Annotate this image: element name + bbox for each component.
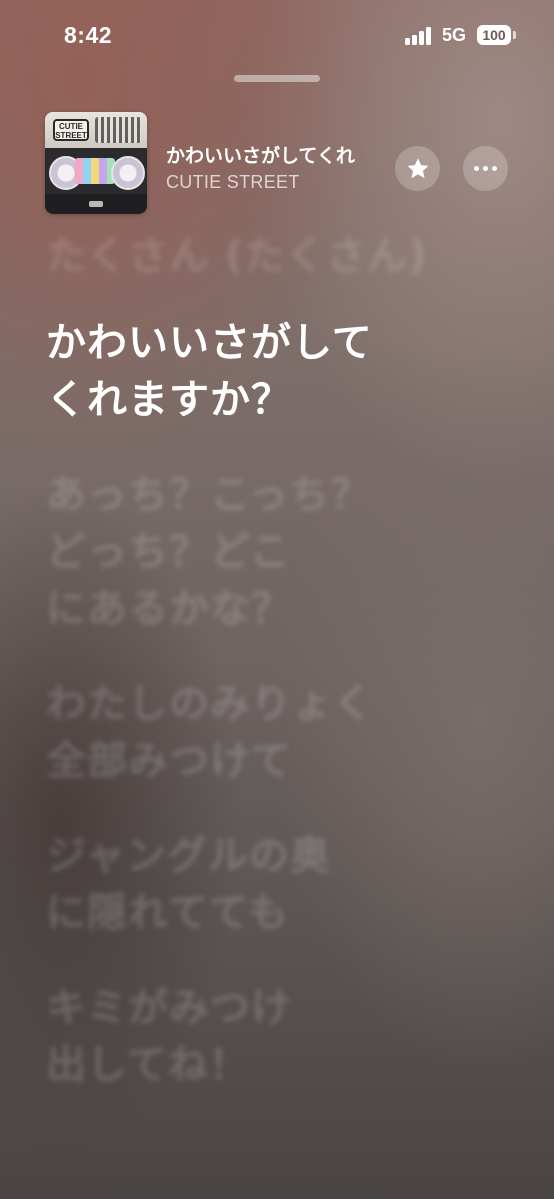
star-icon xyxy=(407,157,428,178)
sheet-grabber[interactable] xyxy=(234,75,320,82)
signal-icon xyxy=(405,27,433,45)
status-time: 8:42 xyxy=(64,22,113,48)
album-art-logo: CUTIE STREET xyxy=(53,119,89,141)
lyric-line-upcoming[interactable]: キミがみつけ 出してね！ xyxy=(46,980,516,1094)
battery-cap xyxy=(513,31,516,39)
more-options-button[interactable] xyxy=(463,146,508,191)
favorite-button[interactable] xyxy=(395,146,440,191)
lyric-line-active[interactable]: かわいいさがして くれますか？ xyxy=(46,315,516,429)
lyric-line-upcoming[interactable]: ジャングルの奥 に隠れてても xyxy=(46,828,516,942)
album-art-title-graphic xyxy=(95,117,141,143)
album-art-circle-right xyxy=(111,156,145,190)
album-art-color-bars xyxy=(75,158,115,184)
status-bar: 8:42 5G 100 xyxy=(0,0,554,74)
battery-icon: 100 xyxy=(477,25,511,45)
lyric-line-past[interactable]: たくさん (たくさん) xyxy=(46,228,516,285)
ellipsis-icon xyxy=(474,166,497,171)
lyric-line-upcoming[interactable]: あっち？こっち？ どっち？どこ にあるかな？ xyxy=(46,467,516,638)
album-art-footer xyxy=(45,194,147,214)
artist-name[interactable]: CUTIE STREET xyxy=(166,172,300,193)
album-art[interactable]: CUTIE STREET xyxy=(45,112,147,214)
song-title[interactable]: かわいいさがしてくれ xyxy=(166,141,392,168)
network-label: 5G xyxy=(442,25,467,45)
lyric-line-upcoming[interactable]: わたしのみりょく 全部みつけて xyxy=(46,676,516,790)
